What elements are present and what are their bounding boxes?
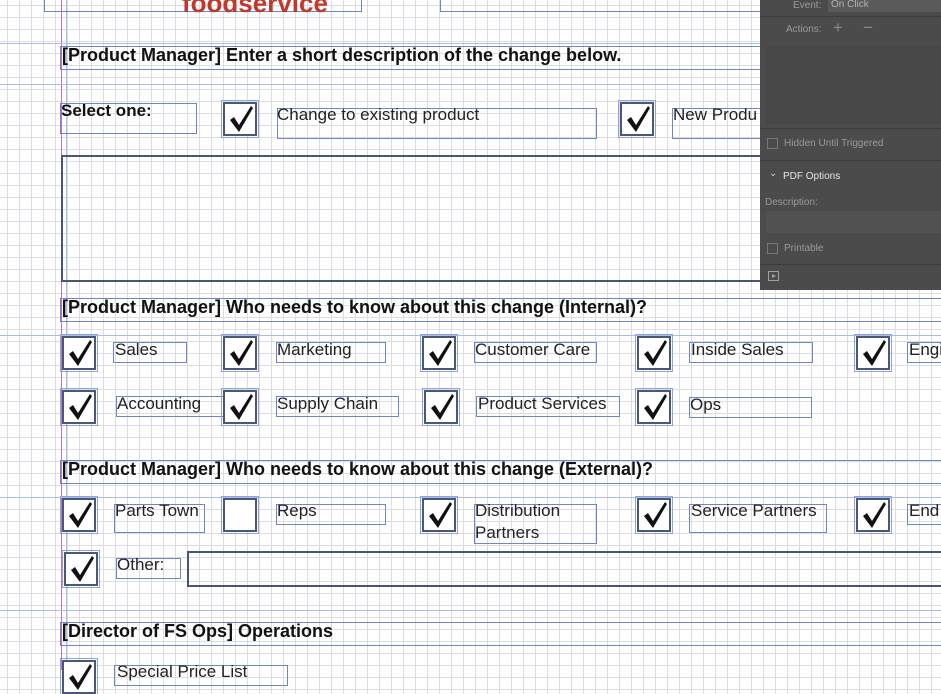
pdf-options-header[interactable]: PDF Options xyxy=(783,171,840,182)
preview-icon[interactable] xyxy=(768,271,779,281)
sales-label: Sales xyxy=(115,340,158,359)
new-product-checkbox[interactable] xyxy=(618,100,656,138)
marketing-label: Marketing xyxy=(277,340,352,359)
change-existing-checkbox[interactable] xyxy=(221,100,259,138)
sales-checkbox[interactable] xyxy=(60,334,98,372)
service-partners-label: Service Partners xyxy=(691,501,817,520)
end-user-checkbox[interactable] xyxy=(854,496,892,534)
inside-sales-checkbox[interactable] xyxy=(635,334,673,372)
distribution-partners-label: Distribution Partners xyxy=(475,501,561,542)
hidden-until-triggered-checkbox[interactable] xyxy=(767,138,778,149)
event-dropdown-value: On Click xyxy=(831,0,869,10)
section1-title: [Product Manager] Enter a short descript… xyxy=(62,45,622,65)
event-dropdown[interactable]: On Click xyxy=(828,0,941,12)
event-label: Event: xyxy=(793,0,822,11)
special-price-list-checkbox[interactable] xyxy=(60,658,98,694)
parts-town-label: Parts Town xyxy=(115,501,199,520)
row-guide xyxy=(0,335,941,336)
description-input[interactable] xyxy=(766,211,941,233)
pdf-options-chevron-icon[interactable]: ⌄ xyxy=(769,168,777,179)
customer-care-checkbox[interactable] xyxy=(420,334,458,372)
change-existing-label: Change to existing product xyxy=(277,105,480,124)
other-text-field[interactable] xyxy=(187,551,941,587)
header-frame[interactable] xyxy=(440,0,770,12)
description-label: Description: xyxy=(765,197,818,208)
supply-chain-checkbox[interactable] xyxy=(221,388,259,426)
section3-title: [Product Manager] Who needs to know abou… xyxy=(62,459,654,479)
row-guide xyxy=(0,610,941,611)
product-services-checkbox[interactable] xyxy=(422,388,460,426)
new-product-label: New Produ xyxy=(673,105,758,124)
properties-panel: Event: On Click Actions: + − Hidden Unti… xyxy=(760,0,941,290)
distribution-partners-checkbox[interactable] xyxy=(420,496,458,534)
hidden-until-triggered-label: Hidden Until Triggered xyxy=(784,138,884,149)
section4-title: [Director of FS Ops] Operations xyxy=(62,621,334,641)
inside-sales-label: Inside Sales xyxy=(691,340,784,359)
actions-list[interactable] xyxy=(766,46,941,124)
panel-separator xyxy=(760,16,941,17)
description-textarea[interactable] xyxy=(61,155,781,282)
customer-care-label: Customer Care xyxy=(475,340,591,359)
remove-action-button[interactable]: − xyxy=(863,18,873,38)
reps-checkbox[interactable] xyxy=(221,496,259,534)
ops-label: Ops xyxy=(690,395,722,414)
logo-text: foodservice xyxy=(182,0,328,18)
supply-chain-label: Supply Chain xyxy=(277,394,379,413)
add-action-button[interactable]: + xyxy=(833,18,843,38)
section2-title: [Product Manager] Who needs to know abou… xyxy=(62,297,648,317)
engineering-checkbox[interactable] xyxy=(854,334,892,372)
parts-town-checkbox[interactable] xyxy=(60,496,98,534)
panel-separator xyxy=(760,128,941,129)
printable-checkbox[interactable] xyxy=(767,243,778,254)
row-guide xyxy=(0,497,941,498)
engineering-label: Engi xyxy=(909,340,941,359)
product-services-label: Product Services xyxy=(478,394,607,413)
marketing-checkbox[interactable] xyxy=(221,334,259,372)
other-checkbox[interactable] xyxy=(62,550,100,588)
panel-separator xyxy=(760,160,941,161)
accounting-checkbox[interactable] xyxy=(60,388,98,426)
end-user-label: End xyxy=(909,501,940,520)
special-price-list-label: Special Price List xyxy=(117,662,248,681)
reps-label: Reps xyxy=(277,501,317,520)
actions-label: Actions: xyxy=(786,24,822,35)
select-one-label: Select one: xyxy=(61,101,152,120)
service-partners-checkbox[interactable] xyxy=(635,496,673,534)
other-label: Other: xyxy=(117,555,165,574)
ops-checkbox[interactable] xyxy=(635,388,673,426)
panel-separator xyxy=(760,264,941,265)
printable-label: Printable xyxy=(784,243,824,254)
accounting-label: Accounting xyxy=(117,394,202,413)
